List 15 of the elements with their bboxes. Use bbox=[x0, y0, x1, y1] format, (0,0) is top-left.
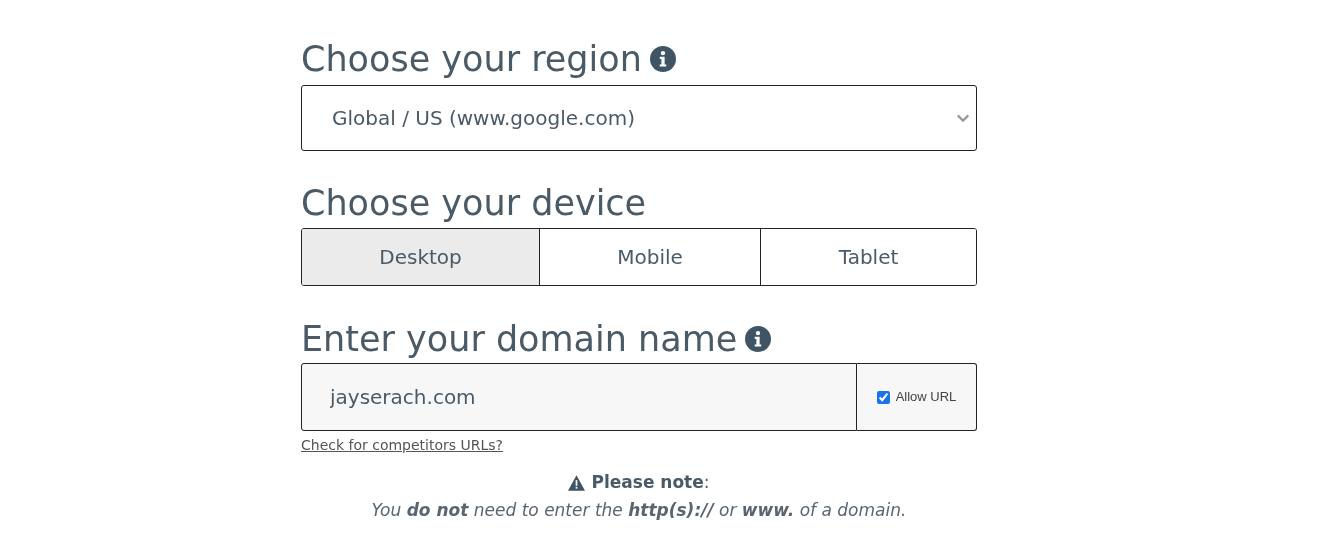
allow-url-checkbox[interactable] bbox=[876, 390, 890, 404]
competitors-link[interactable]: Check for competitors URLs? bbox=[301, 435, 504, 456]
region-select[interactable]: Global / US (www.google.com) bbox=[301, 85, 977, 151]
note-title: Please note: bbox=[591, 471, 710, 494]
domain-input[interactable]: jayserach.com bbox=[301, 363, 857, 431]
note-text: You do not need to enter the http(s):// or www. of a domain. bbox=[370, 498, 908, 522]
allow-url-label: Allow URL bbox=[895, 388, 957, 407]
section-heading: Choose your device bbox=[301, 181, 648, 225]
device-tab[interactable]: Tablet bbox=[760, 229, 976, 285]
info-icon[interactable] bbox=[649, 46, 676, 72]
info-icon[interactable] bbox=[745, 326, 772, 352]
section-heading: Enter your domain name bbox=[301, 321, 738, 357]
warning-icon bbox=[568, 474, 586, 491]
device-tab[interactable]: Desktop bbox=[302, 229, 539, 285]
section-heading: Choose your region bbox=[301, 41, 642, 77]
